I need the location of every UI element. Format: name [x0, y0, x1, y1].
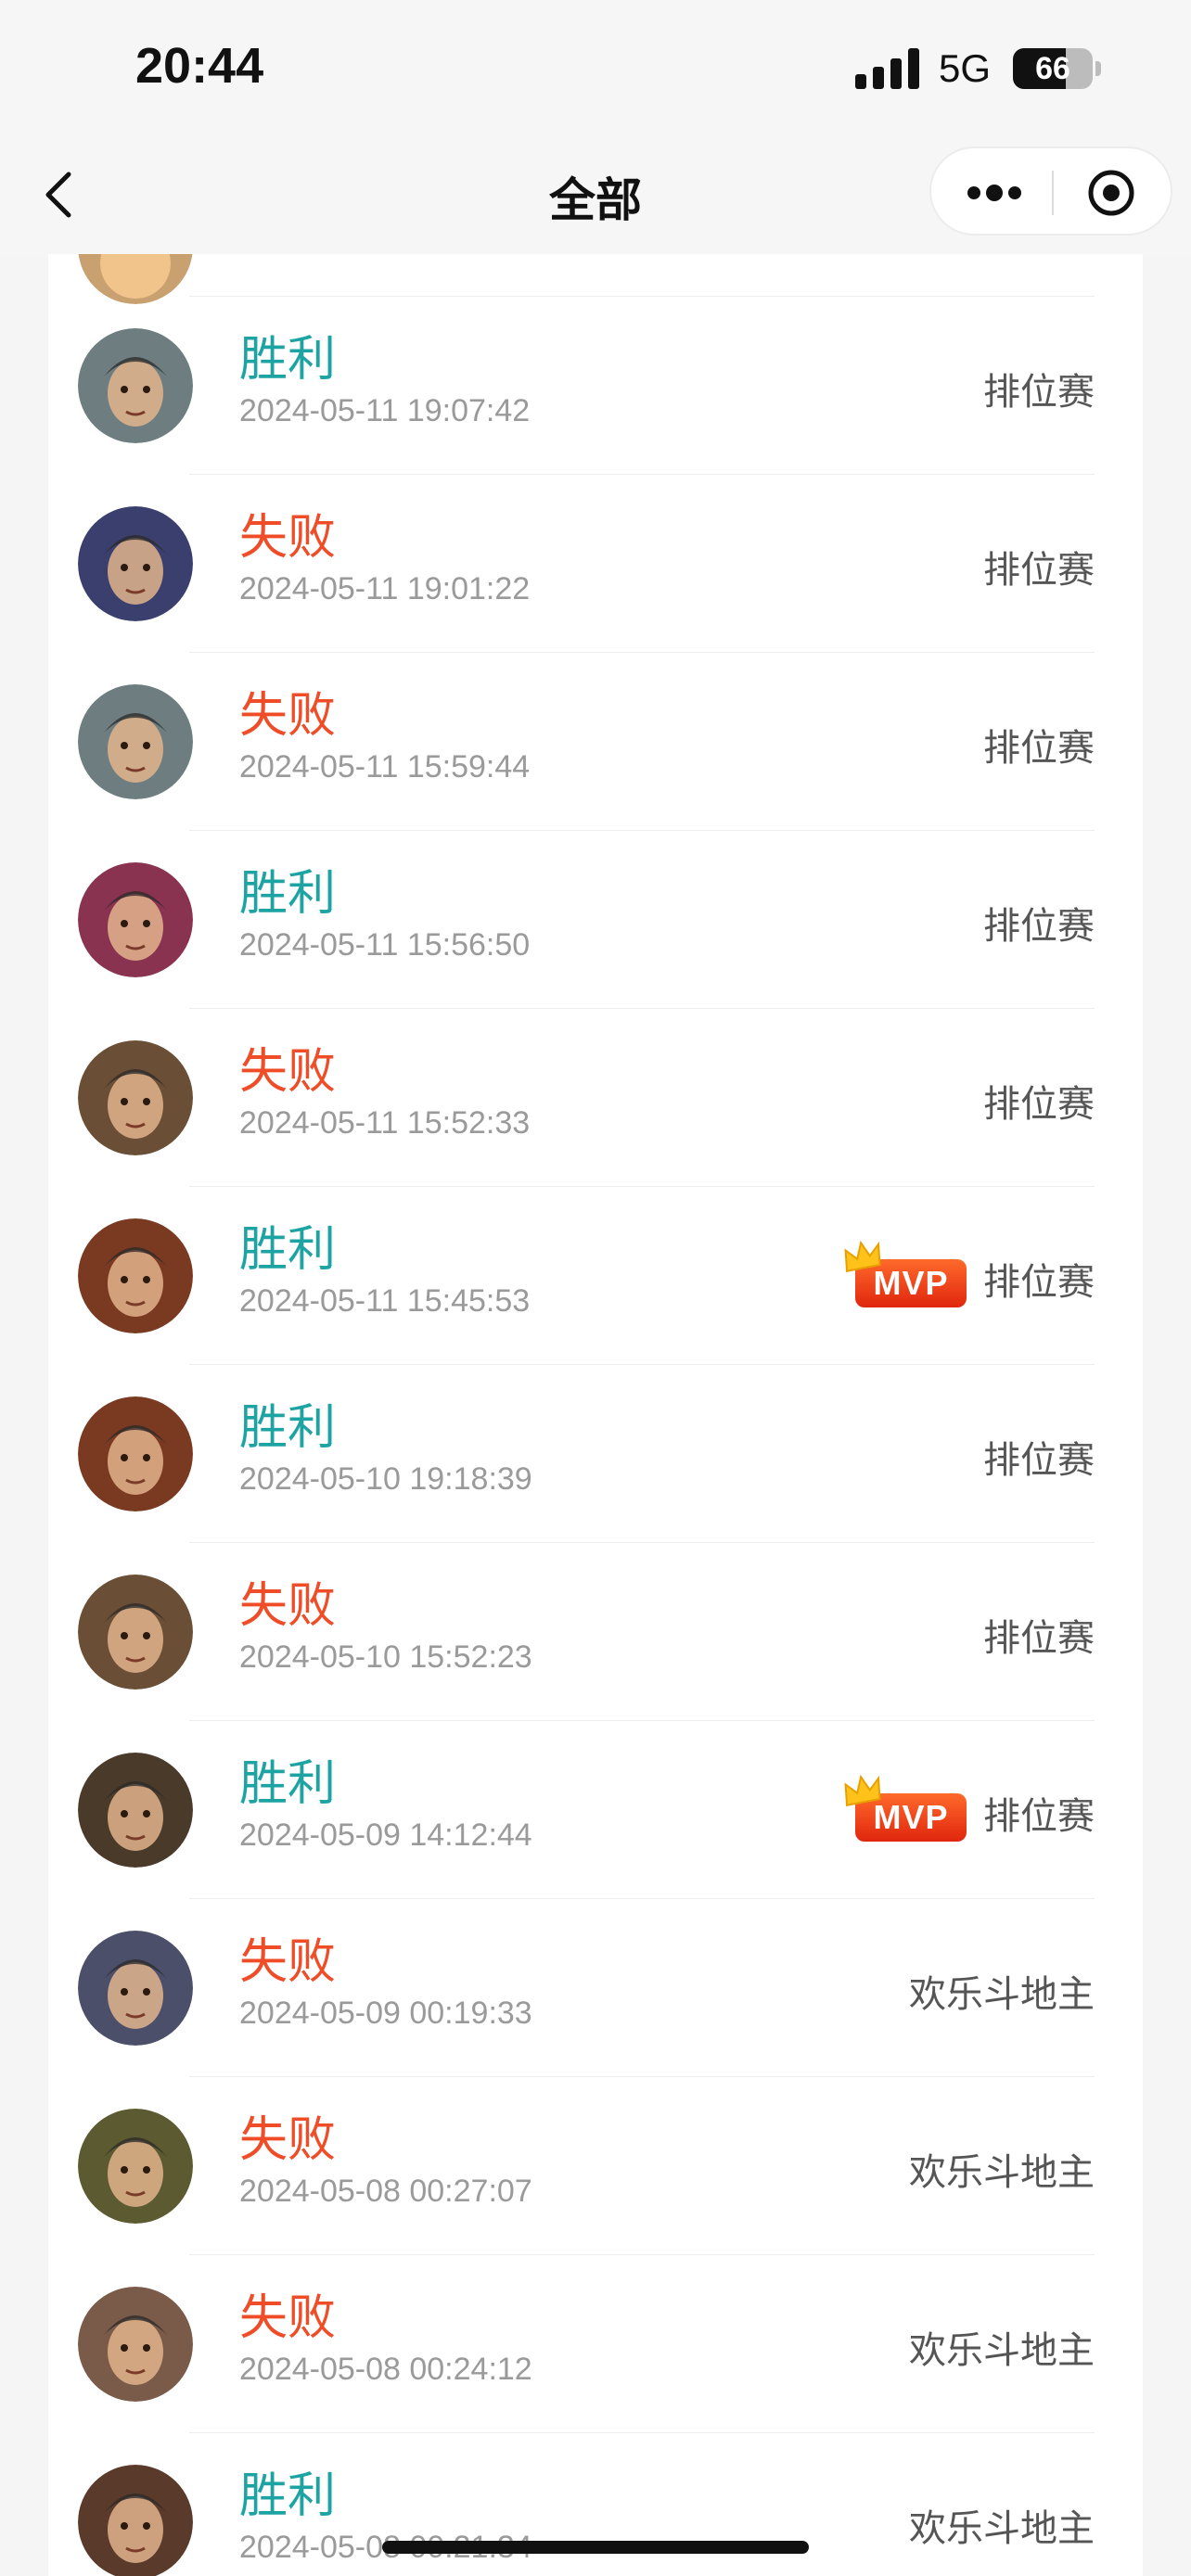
home-indicator — [382, 2541, 809, 2554]
signal-icon — [855, 48, 920, 89]
more-button[interactable] — [965, 182, 1024, 204]
game-mode: 排位赛 — [983, 1617, 1095, 1660]
mini-program-capsule — [929, 147, 1172, 236]
list-item[interactable]: 失败 2024-05-09 00:19:33 欢乐斗地主 — [48, 1899, 1143, 2077]
list-item[interactable]: 胜利 2024-05-11 15:45:53 排位赛 MVP — [48, 1187, 1143, 1365]
battery-icon: 66 — [1013, 48, 1093, 89]
list-item[interactable]: 失败 2024-05-10 15:52:23 排位赛 — [48, 1543, 1143, 1721]
timestamp: 2024-05-11 19:01:22 — [239, 571, 531, 606]
result-label: 失败 — [239, 1578, 337, 1634]
game-mode: 欢乐斗地主 — [909, 2507, 1095, 2550]
result-label: 失败 — [239, 510, 337, 566]
mvp-badge: MVP — [840, 1773, 972, 1843]
status-bar: 20:44 5G 66 — [0, 0, 1191, 139]
list-item[interactable]: 胜利 2024-05-11 19:07:42 排位赛 — [48, 297, 1143, 475]
timestamp: 2024-05-09 14:12:44 — [239, 1817, 532, 1853]
game-mode: 排位赛 — [983, 549, 1095, 592]
game-mode: 欢乐斗地主 — [909, 2329, 1095, 2372]
game-mode: 排位赛 — [983, 1795, 1095, 1838]
close-button[interactable] — [1087, 169, 1135, 217]
target-close-icon — [1088, 170, 1134, 216]
hero-avatar — [78, 862, 193, 977]
list-item[interactable]: 胜利 2024-05-11 15:56:50 排位赛 — [48, 831, 1143, 1009]
hero-avatar — [78, 2109, 193, 2224]
crown-icon — [844, 1240, 881, 1272]
result-label: 失败 — [239, 1044, 337, 1100]
hero-avatar — [78, 1575, 193, 1690]
record-list: 胜利 2024-05-11 19:07:42 排位赛 失败 2024-05-11… — [48, 254, 1143, 2576]
game-mode: 排位赛 — [983, 371, 1095, 414]
result-label: 胜利 — [239, 1400, 337, 1456]
hero-avatar — [78, 1753, 193, 1868]
game-mode: 欢乐斗地主 — [909, 1973, 1095, 2016]
timestamp: 2024-05-09 00:19:33 — [239, 1996, 532, 2031]
timestamp: 2024-05-10 19:18:39 — [239, 1461, 532, 1497]
timestamp: 2024-05-11 15:59:44 — [239, 749, 531, 784]
result-label: 失败 — [239, 2112, 337, 2168]
list-item[interactable]: 失败 2024-05-11 15:52:33 排位赛 — [48, 1009, 1143, 1187]
result-label: 失败 — [239, 2290, 337, 2346]
list-item[interactable]: 失败 2024-05-11 15:59:44 排位赛 — [48, 653, 1143, 831]
timestamp: 2024-05-11 19:07:42 — [239, 393, 531, 428]
timestamp: 2024-05-11 15:56:50 — [239, 927, 531, 963]
result-label: 胜利 — [239, 332, 337, 388]
game-mode: 欢乐斗地主 — [909, 2151, 1095, 2194]
capsule-divider — [1052, 171, 1054, 215]
list-item[interactable]: 失败 2024-05-08 00:27:07 欢乐斗地主 — [48, 2077, 1143, 2255]
hero-avatar — [78, 684, 193, 799]
game-mode: 排位赛 — [983, 1439, 1095, 1482]
battery-percent: 66 — [1035, 51, 1070, 86]
hero-avatar — [78, 1040, 193, 1155]
list-item[interactable]: 失败 2024-05-11 19:01:22 排位赛 — [48, 475, 1143, 653]
crown-icon — [844, 1774, 881, 1806]
game-mode: 排位赛 — [983, 727, 1095, 770]
timestamp: 2024-05-11 15:52:33 — [239, 1105, 531, 1141]
timestamp: 2024-05-08 00:27:07 — [239, 2174, 532, 2209]
game-mode: 排位赛 — [983, 1261, 1095, 1304]
list-item[interactable]: 胜利 2024-05-10 19:18:39 排位赛 — [48, 1365, 1143, 1543]
timestamp: 2024-05-08 00:24:12 — [239, 2352, 532, 2387]
hero-avatar — [78, 2465, 193, 2576]
result-label: 胜利 — [239, 866, 337, 922]
result-label: 胜利 — [239, 2468, 337, 2524]
timestamp: 2024-05-11 15:45:53 — [239, 1283, 531, 1319]
status-time: 20:44 — [135, 38, 264, 94]
result-label: 胜利 — [239, 1756, 337, 1812]
list-item[interactable]: 胜利 2024-05-09 14:12:44 排位赛 MVP — [48, 1721, 1143, 1899]
result-label: 胜利 — [239, 1222, 337, 1278]
hero-avatar — [78, 328, 193, 443]
list-item[interactable]: 失败 2024-05-08 00:24:12 欢乐斗地主 — [48, 2255, 1143, 2433]
hero-avatar — [78, 506, 193, 621]
mvp-badge: MVP — [840, 1239, 972, 1309]
list-item[interactable]: 胜利 2024-05-08 00:21:34 欢乐斗地主 — [48, 2433, 1143, 2576]
game-mode: 排位赛 — [983, 905, 1095, 948]
hero-avatar — [78, 2287, 193, 2402]
game-mode: 排位赛 — [983, 1083, 1095, 1126]
more-dots-icon — [967, 185, 1021, 201]
timestamp: 2024-05-10 15:52:23 — [239, 1639, 532, 1675]
hero-avatar — [78, 1218, 193, 1333]
hero-avatar — [78, 1931, 193, 2046]
battery-tip — [1095, 61, 1101, 76]
result-label: 失败 — [239, 1934, 337, 1990]
nav-bar: 全部 — [0, 139, 1191, 254]
hero-avatar — [78, 1396, 193, 1511]
result-label: 失败 — [239, 688, 337, 744]
network-type: 5G — [939, 46, 992, 90]
